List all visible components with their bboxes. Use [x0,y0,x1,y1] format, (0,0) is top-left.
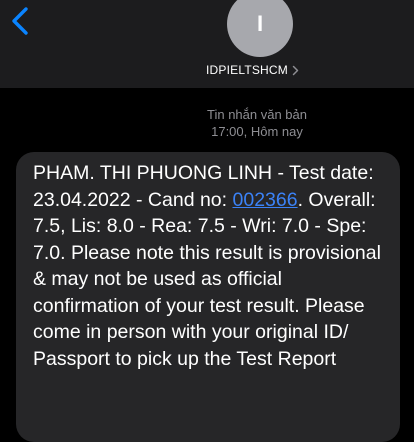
message-text: PHAM. THI PHUONG LINH - Test date: 23.04… [33,160,389,372]
candidate-number-link[interactable]: 002366 [233,189,298,211]
back-button[interactable] [8,6,34,36]
message-meta: Tin nhắn văn bản 17:00, Hôm nay [0,106,414,140]
message-text-rest: . Overall: 7.5, Lis: 8.0 - Rea: 7.5 - Wr… [33,188,381,370]
chevron-left-icon [12,7,28,35]
message-timestamp: 17:00, Hôm nay [211,124,303,139]
message-type-label: Tin nhắn văn bản [207,107,307,122]
contact-name: IDPIELTSHCM [206,63,288,77]
conversation-header: I IDPIELTSHCM [0,0,414,88]
contact-name-button[interactable]: IDPIELTSHCM [206,61,299,79]
avatar-initial: I [256,11,264,36]
chevron-right-icon [292,65,299,75]
contact-avatar[interactable]: I [227,0,293,57]
